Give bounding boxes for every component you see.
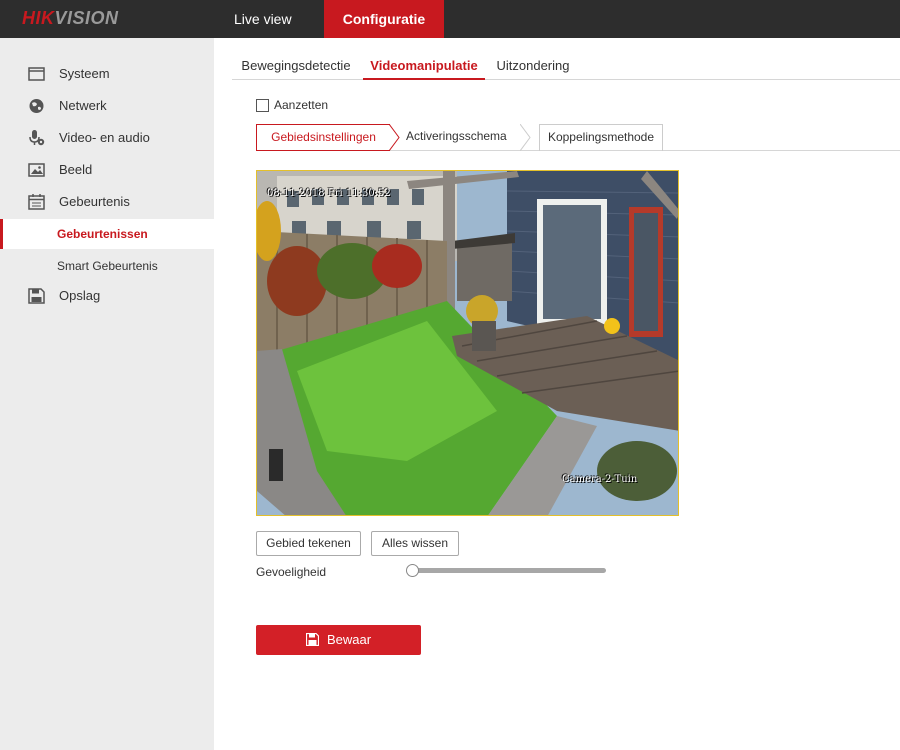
sidebar-item-event[interactable]: Gebeurtenis <box>0 188 214 216</box>
camera-name-osd: Camera-2-Tuin <box>562 474 638 485</box>
sensitivity-label: Gevoeligheid <box>256 565 327 579</box>
step-arming-schedule[interactable]: Activeringsschema <box>406 124 507 151</box>
sidebar-item-image[interactable]: Beeld <box>0 156 214 184</box>
sidebar-item-network[interactable]: Netwerk <box>0 92 214 120</box>
sidebar-item-label: Gebeurtenis <box>59 194 130 209</box>
save-button-label: Bewaar <box>326 632 372 647</box>
save-button[interactable]: Bewaar <box>256 625 421 655</box>
step-area-settings[interactable]: Gebiedsinstellingen <box>256 124 390 151</box>
tab-video-tampering[interactable]: Videomanipulatie <box>363 52 485 80</box>
logo-text-red: HIK <box>22 8 55 28</box>
sidebar-subitem-events[interactable]: Gebeurtenissen <box>0 219 214 249</box>
sidebar-item-storage[interactable]: Opslag <box>0 282 214 310</box>
logo-text-grey: VISION <box>54 8 119 28</box>
sidebar-subitem-label: Smart Gebeurtenis <box>57 259 158 273</box>
calendar-icon <box>28 194 45 210</box>
sidebar-subitem-smart-event[interactable]: Smart Gebeurtenis <box>0 251 214 281</box>
camera-timestamp-osd: 08-11-2018 Fri 11:30:52 <box>267 188 391 199</box>
step-arrow-icon <box>520 124 531 151</box>
tab-exception[interactable]: Uitzondering <box>489 52 577 80</box>
step-bar: Gebiedsinstellingen Activeringsschema Ko… <box>256 124 900 151</box>
sidebar-subitem-label: Gebeurtenissen <box>57 227 148 241</box>
hikvision-logo: HIKVISION <box>22 8 119 29</box>
draw-area-button[interactable]: Gebied tekenen <box>256 531 361 556</box>
microphone-icon <box>29 130 45 146</box>
camera-live-view[interactable]: 08-11-2018 Fri 11:30:52 Camera-2-Tuin <box>256 170 679 516</box>
nav-live-view[interactable]: Live view <box>234 0 292 38</box>
sidebar-item-label: Opslag <box>59 288 101 303</box>
step-arrow-icon <box>389 124 400 151</box>
sidebar-item-label: Netwerk <box>59 98 107 113</box>
image-icon <box>28 163 45 177</box>
sidebar-item-video-audio[interactable]: Video- en audio <box>0 124 214 152</box>
sensitivity-slider-knob[interactable] <box>406 564 419 577</box>
monitor-icon <box>28 67 45 81</box>
event-tabs: Bewegingsdetectie Videomanipulatie Uitzo… <box>232 52 900 80</box>
sidebar-item-label: Beeld <box>59 162 93 177</box>
globe-icon <box>29 99 44 113</box>
top-bar: HIKVISION Live view Configuratie <box>0 0 900 38</box>
sidebar-item-label: Video- en audio <box>59 130 150 145</box>
sidebar-item-system[interactable]: Systeem <box>0 60 214 88</box>
floppy-icon <box>28 288 45 304</box>
clear-all-button[interactable]: Alles wissen <box>371 531 459 556</box>
enable-row: Aanzetten <box>256 98 328 114</box>
sensitivity-slider-track[interactable] <box>410 568 606 573</box>
sidebar: Systeem Netwerk Video- en audio Beeld Ge… <box>0 38 214 750</box>
nav-configuration[interactable]: Configuratie <box>324 0 444 38</box>
step-linkage-method[interactable]: Koppelingsmethode <box>539 124 663 151</box>
enable-checkbox[interactable] <box>256 99 269 113</box>
floppy-icon <box>305 633 319 646</box>
tab-motion-detection[interactable]: Bewegingsdetectie <box>232 52 360 80</box>
camera-scene-image <box>257 171 678 515</box>
enable-label: Aanzetten <box>274 98 329 112</box>
sidebar-item-label: Systeem <box>59 66 110 81</box>
